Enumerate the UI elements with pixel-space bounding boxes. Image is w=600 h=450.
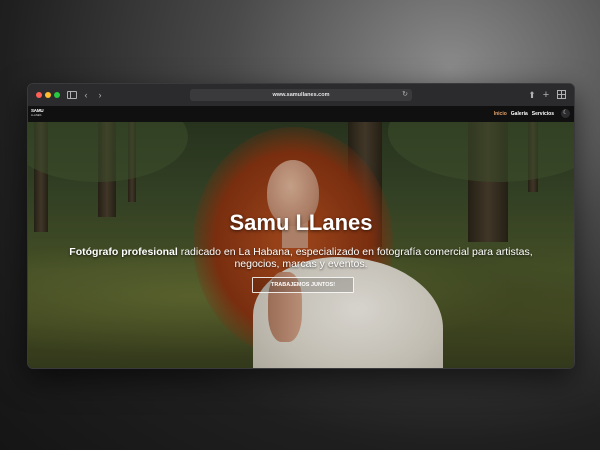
share-icon[interactable]: ⬆ (528, 89, 536, 101)
url-text: www.samullanes.com (272, 92, 330, 98)
minimize-window-button[interactable] (45, 92, 51, 98)
hero-title: Samu LLanes (229, 210, 373, 235)
nav-item-inicio[interactable]: Inicio (494, 110, 507, 118)
hero-overlay (28, 122, 574, 368)
nav-item-galeria[interactable]: Galería (511, 110, 528, 118)
forward-icon[interactable]: › (96, 89, 104, 101)
logo-line2: LLANES (31, 113, 42, 117)
site-logo[interactable]: SAMU LLANES (31, 108, 49, 118)
moon-icon[interactable]: ☾ (561, 109, 570, 118)
hero-description: Fotógrafo profesional radicado en La Hab… (68, 246, 534, 270)
zoom-window-button[interactable] (54, 92, 60, 98)
browser-window: ‹ › www.samullanes.com ↻ ⬆ + SAMU LLANES… (27, 83, 575, 369)
browser-toolbar: ‹ › www.samullanes.com ↻ ⬆ + (28, 84, 574, 107)
new-tab-icon[interactable]: + (542, 89, 550, 101)
back-icon[interactable]: ‹ (82, 89, 90, 101)
hero-description-bold: Fotógrafo profesional (69, 246, 178, 258)
hero-description-rest: radicado en La Habana, especializado en … (177, 246, 533, 270)
hero-section: Samu LLanes Fotógrafo profesional radica… (28, 122, 574, 368)
nav-item-servicios[interactable]: Servicios (532, 110, 554, 118)
address-bar[interactable]: www.samullanes.com ↻ (190, 89, 412, 101)
nav-links: Inicio Galería Servicios (494, 110, 554, 118)
site-navbar: SAMU LLANES Inicio Galería Servicios ☾ (28, 106, 574, 122)
tabs-overview-icon[interactable] (557, 89, 566, 101)
sidebar-icon[interactable] (67, 89, 77, 101)
reload-icon[interactable]: ↻ (402, 89, 408, 101)
close-window-button[interactable] (36, 92, 42, 98)
contact-cta-button[interactable]: TRABAJEMOS JUNTOS! (252, 277, 354, 293)
